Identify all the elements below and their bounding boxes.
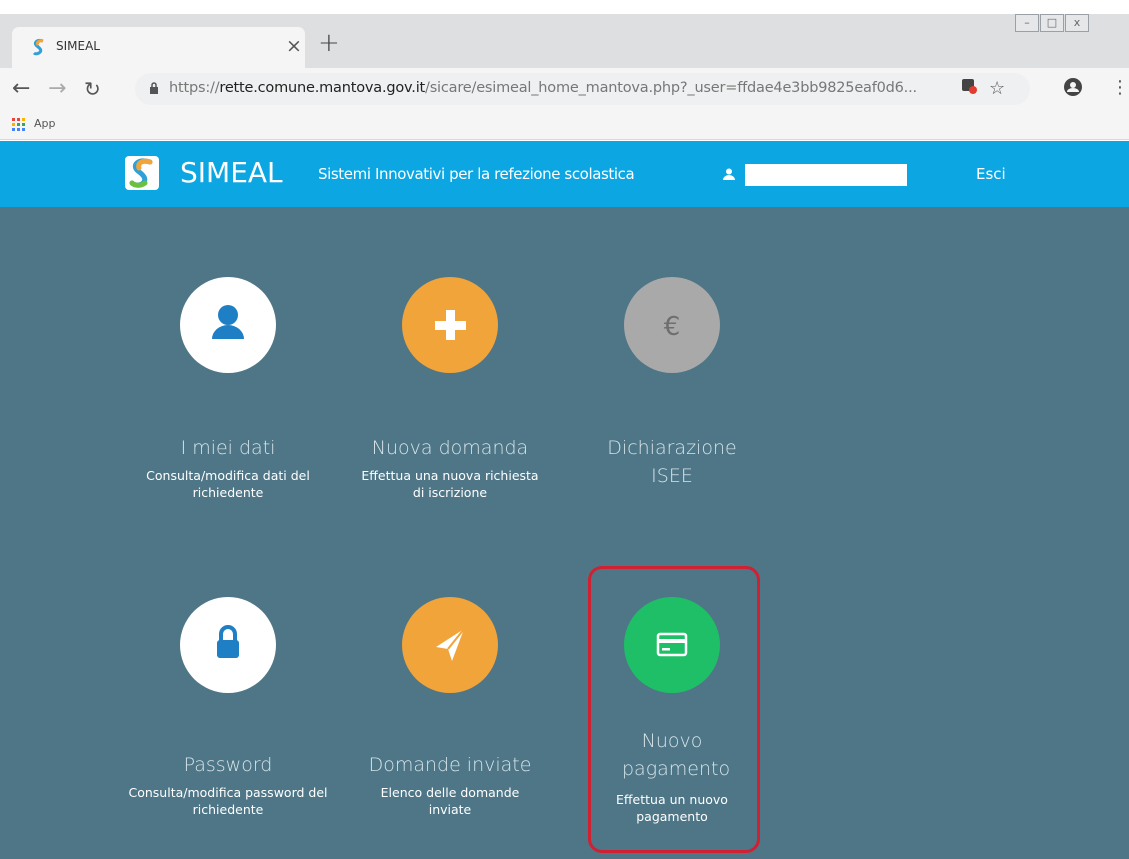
simeal-favicon-icon bbox=[32, 39, 44, 56]
url-path: /sicare/esimeal_home_mantova.php?_user=f… bbox=[425, 80, 917, 96]
tile-circle bbox=[402, 597, 498, 693]
tile-sent-requests[interactable]: Domande inviate Elenco delle domande inv… bbox=[350, 597, 550, 847]
tile-circle bbox=[180, 597, 276, 693]
tile-title: I miei dati bbox=[180, 437, 276, 459]
apps-grid-icon[interactable] bbox=[12, 118, 26, 132]
close-window-icon[interactable]: x bbox=[1065, 14, 1089, 32]
lock-icon bbox=[217, 625, 239, 658]
screenshot-frame: SIMEAL × + – □ x ← → ↻ https://rette.com… bbox=[0, 0, 1129, 859]
browser-toolbar: ← → ↻ https://rette.comune.mantova.gov.i… bbox=[0, 68, 1129, 110]
profile-icon[interactable] bbox=[1063, 77, 1083, 97]
address-bar[interactable]: https://rette.comune.mantova.gov.it/sica… bbox=[135, 73, 1030, 105]
bookmarks-bar: App bbox=[0, 110, 1129, 140]
extension-icon[interactable] bbox=[960, 77, 978, 95]
plus-icon bbox=[435, 310, 466, 340]
tile-title: Dichiarazione ISEE bbox=[607, 437, 737, 487]
page-content: SIMEAL Sistemi Innovativi per la refezio… bbox=[0, 141, 1129, 859]
simeal-logo-icon[interactable] bbox=[125, 156, 159, 190]
tab-close-icon[interactable]: × bbox=[286, 35, 302, 57]
apps-bookmark-label[interactable]: App bbox=[34, 117, 56, 130]
tile-circle bbox=[180, 277, 276, 373]
tile-circle: € bbox=[624, 277, 720, 373]
highlight-annotation bbox=[588, 566, 760, 853]
svg-text:€: € bbox=[664, 312, 681, 342]
forward-icon[interactable]: → bbox=[48, 76, 66, 101]
tile-title: Domande inviate bbox=[368, 754, 532, 776]
new-tab-icon[interactable]: + bbox=[318, 28, 340, 58]
secure-lock-icon bbox=[150, 82, 158, 94]
username-display bbox=[745, 164, 907, 186]
maximize-window-icon[interactable]: □ bbox=[1040, 14, 1064, 32]
paper-plane-icon bbox=[436, 628, 465, 661]
tile-my-data[interactable]: I miei dati Consulta/modifica dati del r… bbox=[128, 277, 328, 527]
tab-title: SIMEAL bbox=[56, 39, 100, 53]
browser-tab[interactable]: SIMEAL × bbox=[12, 27, 305, 68]
reload-icon[interactable]: ↻ bbox=[84, 77, 101, 101]
caption-strip bbox=[0, 0, 1129, 14]
tile-new-request[interactable]: Nuova domanda Effettua una nuova richies… bbox=[350, 277, 550, 527]
brand-tagline: Sistemi Innovativi per la refezione scol… bbox=[318, 165, 635, 183]
tile-password[interactable]: Password Consulta/modifica password del … bbox=[128, 597, 328, 847]
tile-title: Nuova domanda bbox=[371, 437, 529, 459]
brand-name[interactable]: SIMEAL bbox=[180, 156, 283, 189]
minimize-window-icon[interactable]: – bbox=[1015, 14, 1039, 32]
logout-link[interactable]: Esci bbox=[976, 165, 1006, 183]
url-text: https://rette.comune.mantova.gov.it/sica… bbox=[169, 80, 917, 96]
tile-title: Password bbox=[183, 754, 273, 776]
tile-description: Consulta/modifica dati del richiedente bbox=[146, 468, 310, 500]
bookmark-star-icon[interactable]: ☆ bbox=[989, 78, 1005, 99]
url-scheme: https:// bbox=[169, 80, 220, 96]
tile-description: Consulta/modifica password del richieden… bbox=[128, 785, 328, 817]
user-small-icon bbox=[723, 168, 735, 180]
tile-description: Effettua una nuova richiesta di iscrizio… bbox=[361, 468, 539, 500]
site-header: SIMEAL Sistemi Innovativi per la refezio… bbox=[0, 141, 1129, 207]
browser-menu-icon[interactable]: ⋮ bbox=[1111, 77, 1129, 98]
url-host: rette.comune.mantova.gov.it bbox=[219, 80, 426, 96]
tile-circle bbox=[402, 277, 498, 373]
browser-tab-strip: SIMEAL × + – □ x bbox=[0, 14, 1129, 68]
back-icon[interactable]: ← bbox=[12, 76, 30, 101]
user-icon bbox=[212, 305, 244, 339]
tile-description: Elenco delle domande inviate bbox=[380, 785, 520, 817]
euro-icon: € bbox=[664, 312, 681, 342]
tile-isee[interactable]: € Dichiarazione ISEE bbox=[572, 277, 772, 527]
